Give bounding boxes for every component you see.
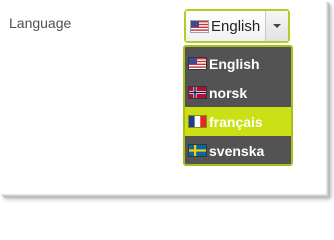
dropdown-toggle-button[interactable]: [265, 11, 288, 41]
selected-language-text: English: [211, 17, 261, 35]
flag-norway-icon: [189, 87, 206, 98]
language-option-label: français: [209, 113, 263, 130]
language-option-norsk[interactable]: norsk: [185, 78, 291, 107]
language-option-label: norsk: [209, 84, 248, 101]
flag-sweden-icon: [189, 145, 206, 156]
language-select[interactable]: English: [184, 9, 290, 43]
flag-us-icon: [189, 58, 206, 69]
chevron-down-icon: [273, 24, 281, 28]
language-option-label: English: [209, 55, 260, 72]
language-option-svenska[interactable]: svenska: [185, 136, 291, 165]
language-option-english[interactable]: English: [185, 49, 291, 78]
language-option-label: svenska: [209, 142, 265, 159]
language-dropdown-menu: English norsk français svenska: [183, 45, 293, 166]
language-label: Language: [9, 15, 72, 31]
language-select-value-area[interactable]: English: [186, 11, 265, 41]
flag-france-icon: [189, 116, 206, 127]
language-option-francais[interactable]: français: [185, 107, 291, 136]
flag-us-icon: [191, 20, 208, 32]
